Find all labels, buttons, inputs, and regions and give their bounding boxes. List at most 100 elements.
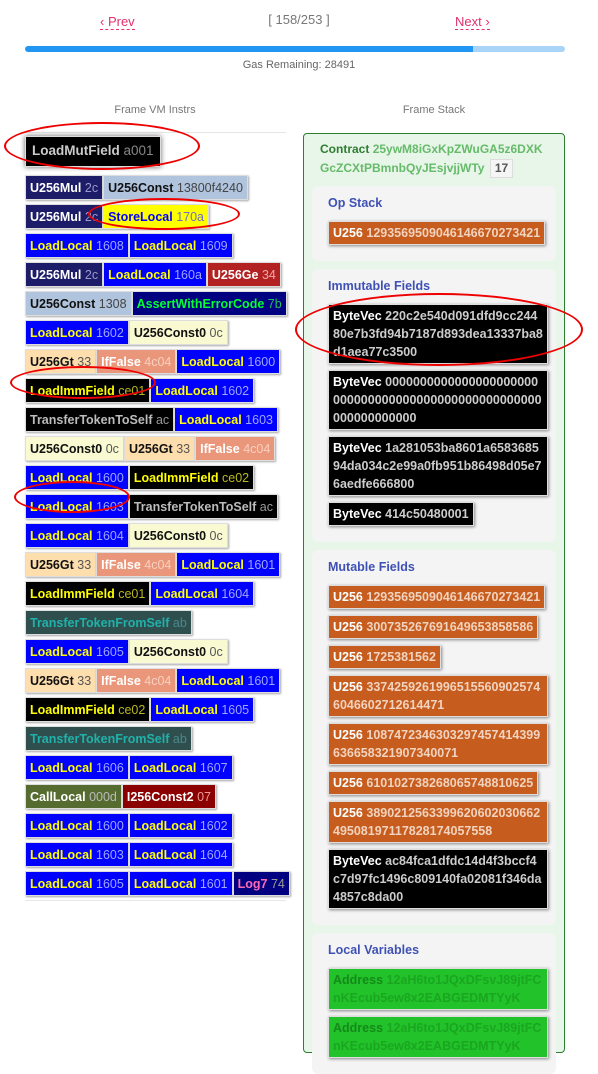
instr-chip[interactable]: LoadLocal 1604 xyxy=(128,842,233,867)
instr-chip[interactable]: I256Const2 07 xyxy=(121,784,216,809)
section-title: Local Variables xyxy=(328,943,420,957)
stack-value[interactable]: U256 1293569509046146670273421 xyxy=(328,221,546,245)
instr-chip[interactable]: LoadLocal 1601 xyxy=(176,668,281,693)
instr-arg: 34 xyxy=(261,268,276,282)
instr-chip[interactable]: TransferTokenToSelf ac xyxy=(128,494,278,519)
instr-chip[interactable]: U256Gt 33 xyxy=(25,349,97,374)
instr-chip[interactable]: LoadImmField ce02 xyxy=(128,465,255,490)
instr-chip[interactable]: LoadLocal 1600 xyxy=(25,465,129,490)
instr-chip[interactable]: LoadLocal 1601 xyxy=(128,871,233,896)
value-type: U256 xyxy=(333,650,363,664)
instr-op: LoadLocal xyxy=(133,239,197,253)
stack-value[interactable]: U256 1293569509046146670273421 xyxy=(328,585,546,609)
instr-chip[interactable]: LoadLocal 1605 xyxy=(25,639,129,664)
instr-chip[interactable]: U256Const 13800f4240 xyxy=(103,175,248,200)
stack-value[interactable]: Address 12aH6to1JQxDFsvJ89jtFCnKEcub5ew8… xyxy=(328,1016,548,1058)
stack-value[interactable]: U256 33742592619965155609025746046602712… xyxy=(328,675,548,717)
stack-value[interactable]: U256 300735267691649653858586 xyxy=(328,615,539,639)
instr-chip[interactable]: LoadLocal 1608 xyxy=(25,233,129,258)
section-title: Immutable Fields xyxy=(328,279,431,293)
instr-chip[interactable]: LoadLocal 1606 xyxy=(25,755,129,780)
instr-chip[interactable]: IfFalse 4c04 xyxy=(96,668,177,693)
instr-chip[interactable]: Log7 74 xyxy=(232,871,290,896)
value-content: 1293569509046146670273421 xyxy=(366,590,541,604)
instr-arg: 1600 xyxy=(96,471,124,485)
instr-row: LoadImmField ce02 LoadLocal 1605 xyxy=(25,697,286,722)
instr-chip[interactable]: AssertWithErrorCode 7b xyxy=(131,291,287,316)
instr-chip[interactable]: IfFalse 4c04 xyxy=(96,552,177,577)
instr-chip[interactable]: LoadLocal 1603 xyxy=(25,842,129,867)
instr-arg: 1606 xyxy=(96,761,124,775)
stack-value[interactable]: Address 12aH6to1JQxDFsvJ89jtFCnKEcub5ew8… xyxy=(328,968,548,1010)
instr-chip[interactable]: TransferTokenFromSelf ab xyxy=(25,610,192,635)
instr-chip[interactable]: LoadImmField ce02 xyxy=(25,697,151,722)
stack-value[interactable]: ByteVec 1a281053ba8601a658368594da034c2e… xyxy=(328,436,548,496)
instr-row: LoadLocal 1600 LoadLocal 1602 xyxy=(25,813,286,838)
instr-chip[interactable]: StoreLocal 170a xyxy=(103,204,209,229)
instr-chip[interactable]: LoadLocal 1604 xyxy=(150,581,255,606)
instr-chip[interactable]: U256Const 1308 xyxy=(25,291,132,316)
instr-chip[interactable]: U256Ge 34 xyxy=(206,262,281,287)
instr-chip[interactable]: U256Const0 0c xyxy=(128,320,228,345)
instr-chip[interactable]: U256Mul 2c xyxy=(25,204,104,229)
instr-arg: 1600 xyxy=(96,819,124,833)
instr-chip[interactable]: LoadLocal 1609 xyxy=(128,233,233,258)
instr-chip[interactable]: LoadLocal 1600 xyxy=(176,349,281,374)
instr-chip[interactable]: LoadLocal 1601 xyxy=(176,552,281,577)
instr-chip[interactable]: U256Mul 2c xyxy=(25,262,104,287)
instr-chip[interactable]: U256Const0 0c xyxy=(128,523,228,548)
instr-chip[interactable]: CallLocal 000d xyxy=(25,784,122,809)
instr-chip[interactable]: LoadLocal 1605 xyxy=(25,871,129,896)
instr-chip[interactable]: U256Const0 0c xyxy=(25,436,124,461)
instr-chip[interactable]: LoadLocal 1603 xyxy=(174,407,278,432)
instr-row: U256Gt 33 IfFalse 4c04 LoadLocal 1600 xyxy=(25,349,286,374)
instr-arg: ce01 xyxy=(118,384,146,398)
instr-arg: 160a xyxy=(174,268,202,282)
instr-op: LoadLocal xyxy=(30,645,93,659)
instr-op: IfFalse xyxy=(200,442,240,456)
instr-chip[interactable]: LoadLocal 1600 xyxy=(25,813,129,838)
instr-chip[interactable]: U256Mul 2c xyxy=(25,175,104,200)
instr-chip[interactable]: U256Const0 0c xyxy=(128,639,228,664)
instr-op: U256Const0 xyxy=(133,529,207,543)
value-type: ByteVec xyxy=(333,375,382,389)
instr-chip[interactable]: LoadLocal 1607 xyxy=(128,755,233,780)
instr-chip[interactable]: LoadLocal 1603 xyxy=(25,494,129,519)
frame-vm-instrs-title: Frame VM Instrs xyxy=(114,104,196,116)
stack-value[interactable]: U256 610102738268065748810625 xyxy=(328,771,539,795)
instr-arg: 74 xyxy=(270,877,285,891)
instr-chip[interactable]: IfFalse 4c04 xyxy=(195,436,276,461)
instr-op: LoadLocal xyxy=(30,761,93,775)
stack-value[interactable]: U256 10874723463032974574143996366583219… xyxy=(328,723,548,765)
instr-chip[interactable]: LoadLocal 1602 xyxy=(128,813,233,838)
stack-value[interactable]: U256 1725381562 xyxy=(328,645,441,669)
stack-value[interactable]: ByteVec ac84fca1dfdc14d4f3bccf4c7d97fc14… xyxy=(328,849,548,909)
next-button[interactable]: Next › xyxy=(455,14,490,30)
instr-op: LoadLocal xyxy=(30,471,93,485)
instr-row: LoadLocal 1606 LoadLocal 1607 xyxy=(25,755,286,780)
instr-chip[interactable]: LoadLocal 1604 xyxy=(25,523,129,548)
instr-chip[interactable]: TransferTokenToSelf ac xyxy=(25,407,175,432)
contract-header: Contract 25ywM8iGxKpZWuGA5z6DXKGcZCXtPBm… xyxy=(304,140,564,178)
current-instr-chip[interactable]: LoadMutField a001 xyxy=(25,136,161,167)
instr-arg: 1600 xyxy=(247,355,276,369)
instr-chip[interactable]: LoadImmField ce01 xyxy=(25,581,151,606)
stack-value[interactable]: ByteVec 00000000000000000000000000000000… xyxy=(328,370,548,430)
instr-chip[interactable]: U256Gt 33 xyxy=(25,552,97,577)
instr-chip[interactable]: LoadImmField ce01 xyxy=(25,378,151,403)
instr-chip[interactable]: LoadLocal 160a xyxy=(103,262,207,287)
instr-chip[interactable]: LoadLocal 1602 xyxy=(25,320,129,345)
stack-value[interactable]: U256 38902125633996206020306624950819711… xyxy=(328,801,548,843)
instr-arg: 1604 xyxy=(199,848,228,862)
instr-op: LoadImmField xyxy=(30,703,115,717)
instr-chip[interactable]: LoadLocal 1602 xyxy=(150,378,255,403)
instr-op: I256Const2 xyxy=(126,790,194,804)
stack-value[interactable]: ByteVec 220c2e540d091dfd9cc24480e7b3fd94… xyxy=(328,304,548,364)
instr-row: TransferTokenFromSelf ab xyxy=(25,726,286,751)
instr-chip[interactable]: U256Gt 33 xyxy=(123,436,196,461)
instr-chip[interactable]: TransferTokenFromSelf ab xyxy=(25,726,192,751)
instr-chip[interactable]: LoadLocal 1605 xyxy=(150,697,255,722)
stack-value[interactable]: ByteVec 414c50480001 xyxy=(328,502,474,526)
instr-chip[interactable]: U256Gt 33 xyxy=(25,668,97,693)
instr-chip[interactable]: IfFalse 4c04 xyxy=(96,349,177,374)
